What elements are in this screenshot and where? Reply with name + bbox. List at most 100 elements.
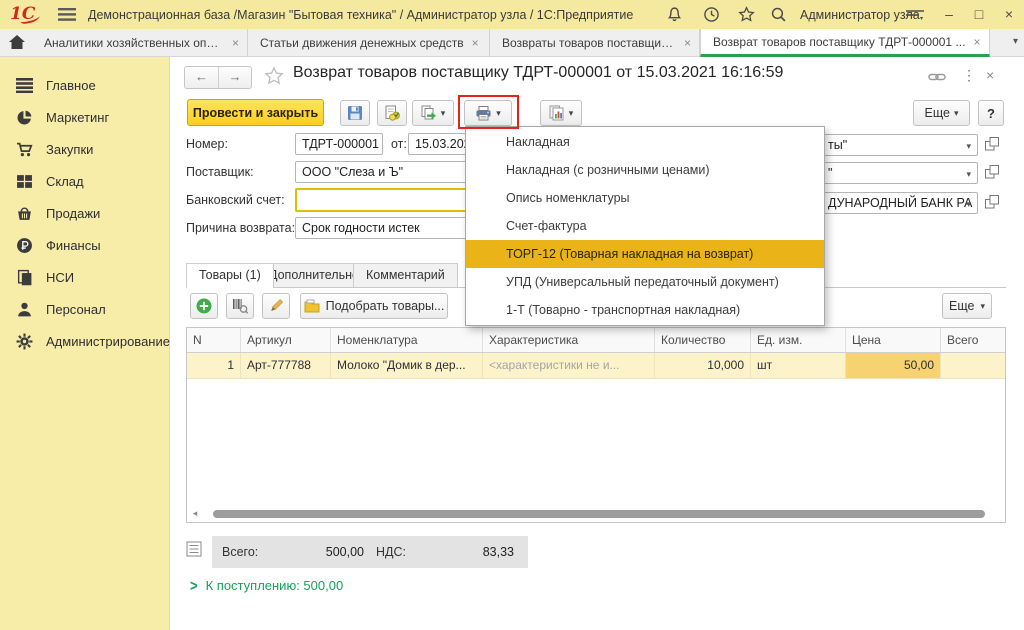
main-menu-icon[interactable] — [58, 8, 76, 24]
reports-button[interactable]: ▾ — [540, 100, 582, 126]
col-header-unit[interactable]: Ед. изм. — [751, 328, 846, 352]
scroll-left-icon[interactable]: ◂ — [189, 508, 201, 519]
col-header-nomenclature[interactable]: Номенклатура — [331, 328, 483, 352]
post-and-close-button[interactable]: Провести и закрыть — [187, 99, 324, 126]
back-icon[interactable]: ← — [185, 67, 218, 88]
menu-item-torg12-highlighted[interactable]: ТОРГ-12 (Товарная накладная на возврат) — [466, 240, 824, 268]
sidebar-item-marketing[interactable]: Маркетинг — [0, 101, 169, 133]
menu-item-nakladnaya-retail[interactable]: Накладная (с розничными ценами) — [466, 156, 824, 184]
sidebar-item-purchases[interactable]: Закупки — [0, 133, 169, 165]
create-based-on-button[interactable]: ▾ — [412, 100, 454, 126]
supplier-label: Поставщик: — [186, 165, 254, 179]
sections-sidebar: Главное Маркетинг Закупки Склад Продажи … — [0, 57, 170, 630]
horizontal-scrollbar[interactable]: ◂ — [189, 508, 1003, 519]
chevron-right-icon: > — [190, 577, 198, 595]
kebab-menu-icon[interactable]: ⋮ — [962, 67, 976, 84]
col-header-total[interactable]: Всего — [941, 328, 1006, 352]
document-title: Возврат товаров поставщику ТДРТ-000001 о… — [293, 64, 783, 82]
minimize-button[interactable]: – — [938, 3, 960, 25]
current-user[interactable]: Администратор узла — [800, 8, 920, 22]
titlebar: 1С Демонстрационная база /Магазин "Бытов… — [0, 0, 1024, 29]
help-button[interactable]: ? — [978, 100, 1004, 126]
maximize-button[interactable]: □ — [968, 3, 990, 25]
floppy-icon — [347, 105, 363, 121]
tab-close-icon[interactable]: × — [232, 36, 239, 50]
open-reference-icon[interactable] — [984, 164, 1002, 182]
sidebar-item-finance[interactable]: Финансы — [0, 229, 169, 261]
menu-item-opis[interactable]: Опись номенклатуры — [466, 184, 824, 212]
gear-icon — [16, 333, 33, 350]
search-icon[interactable] — [770, 6, 788, 24]
menu-item-nakladnaya[interactable]: Накладная — [466, 128, 824, 156]
caret-down-icon: ▾ — [441, 108, 446, 119]
window-title: Демонстрационная база /Магазин "Бытовая … — [88, 8, 633, 22]
cell-article[interactable]: Арт-777788 — [241, 353, 331, 378]
save-button[interactable] — [340, 100, 370, 126]
col-header-price[interactable]: Цена — [846, 328, 941, 352]
cell-quantity[interactable]: 10,000 — [655, 353, 751, 378]
ruble-coin-icon — [16, 237, 33, 254]
close-window-button[interactable]: × — [998, 3, 1020, 25]
open-reference-icon[interactable] — [984, 194, 1002, 212]
sidebar-item-warehouse[interactable]: Склад — [0, 165, 169, 197]
cell-unit[interactable]: шт — [751, 353, 846, 378]
tab-list-caret-icon[interactable]: ▾ — [1013, 36, 1018, 47]
favorites-star-icon[interactable] — [738, 6, 756, 24]
to-receipt-expander[interactable]: > К поступлению: 500,00 — [190, 578, 343, 593]
scrollbar-thumb[interactable] — [213, 510, 985, 518]
forward-icon[interactable]: → — [218, 67, 251, 88]
edit-row-button[interactable] — [262, 293, 290, 319]
report-chart-icon — [549, 105, 565, 121]
barcode-scan-button[interactable] — [226, 293, 254, 319]
sidebar-item-administration[interactable]: Администрирование — [0, 325, 169, 357]
col-header-article[interactable]: Артикул — [241, 328, 331, 352]
sidebar-item-main[interactable]: Главное — [0, 69, 169, 101]
table-header-row: N Артикул Номенклатура Характеристика Ко… — [187, 328, 1006, 353]
tab-close-icon[interactable]: × — [472, 36, 479, 50]
nav-history-group: ← → — [184, 66, 252, 89]
tab-return-document[interactable]: Возврат товаров поставщику ТДРТ-000001 .… — [700, 29, 990, 57]
tab-close-icon[interactable]: × — [973, 35, 980, 49]
home-icon[interactable] — [8, 34, 28, 52]
sidebar-item-personnel[interactable]: Персонал — [0, 293, 169, 325]
totals-bar: Всего: 500,00 НДС: 83,33 — [212, 536, 528, 568]
pie-chart-icon — [16, 109, 33, 126]
service-settings-icon[interactable] — [906, 9, 924, 27]
add-row-button[interactable] — [190, 293, 218, 319]
notifications-bell-icon[interactable] — [666, 6, 684, 24]
menu-item-schet-faktura[interactable]: Счет-фактура — [466, 212, 824, 240]
tab-analytics[interactable]: Аналитики хозяйственных операций × — [32, 29, 248, 57]
history-clock-icon[interactable] — [703, 6, 721, 24]
sidebar-item-sales[interactable]: Продажи — [0, 197, 169, 229]
tab-close-icon[interactable]: × — [684, 36, 691, 50]
col-header-n[interactable]: N — [187, 328, 241, 352]
tab-comment[interactable]: Комментарий — [353, 263, 458, 287]
get-link-icon[interactable] — [928, 70, 946, 87]
tab-goods[interactable]: Товары (1) — [186, 263, 274, 288]
col-header-characteristic[interactable]: Характеристика — [483, 328, 655, 352]
cell-n[interactable]: 1 — [187, 353, 241, 378]
col-header-quantity[interactable]: Количество — [655, 328, 751, 352]
vat-label: НДС: — [376, 545, 418, 559]
cell-price[interactable]: 50,00 — [846, 353, 941, 378]
caret-down-icon: ▾ — [980, 301, 985, 312]
tab-returns-list[interactable]: Возвраты товаров поставщикам × — [490, 29, 700, 57]
goods-more-button[interactable]: Еще ▾ — [942, 293, 992, 319]
number-input[interactable]: ТДРТ-000001 — [295, 133, 383, 155]
print-button[interactable]: ▾ — [464, 100, 512, 126]
close-document-icon[interactable]: × — [986, 67, 994, 83]
post-document-button[interactable] — [377, 100, 407, 126]
cell-nomenclature[interactable]: Молоко "Домик в дер... — [331, 353, 483, 378]
favorite-star-icon[interactable] — [264, 66, 284, 89]
pick-goods-button[interactable]: Подобрать товары... — [300, 293, 448, 319]
more-button[interactable]: Еще ▾ — [913, 100, 970, 126]
open-reference-icon[interactable] — [984, 136, 1002, 154]
sidebar-item-nsi[interactable]: НСИ — [0, 261, 169, 293]
menu-item-1t[interactable]: 1-Т (Товарно - транспортная накладная) — [466, 296, 824, 324]
cell-characteristic[interactable]: <характеристики не и... — [483, 353, 655, 378]
tab-cash-flow-items[interactable]: Статьи движения денежных средств × — [248, 29, 490, 57]
table-row[interactable]: 1 Арт-777788 Молоко "Домик в дер... <хар… — [187, 353, 1006, 379]
menu-item-upd[interactable]: УПД (Универсальный передаточный документ… — [466, 268, 824, 296]
totals-list-icon[interactable] — [186, 541, 202, 557]
cell-total[interactable] — [941, 353, 1006, 378]
